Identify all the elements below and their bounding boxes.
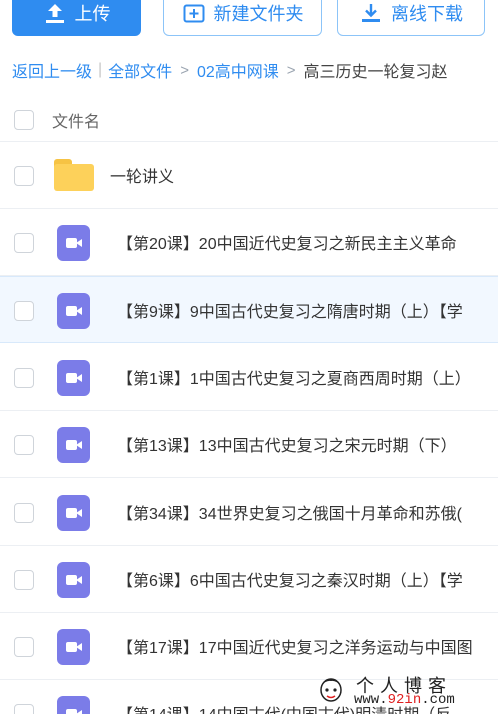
list-item[interactable]: 【第9课】9中国古代史复习之隋唐时期（上）【学 (0, 276, 498, 343)
row-checkbox[interactable] (14, 368, 34, 388)
upload-icon (45, 4, 64, 23)
file-name[interactable]: 【第6课】6中国古代史复习之秦汉时期（上）【学 (117, 567, 463, 591)
file-name[interactable]: 一轮讲义 (110, 163, 174, 187)
select-all-checkbox[interactable] (14, 109, 34, 130)
offline-download-button[interactable]: 离线下载 (337, 0, 485, 36)
file-name[interactable]: 【第34课】34世界史复习之俄国十月革命和苏俄( (117, 500, 462, 524)
list-item[interactable]: 【第6课】6中国古代史复习之秦汉时期（上）【学 (0, 546, 498, 613)
list-item[interactable]: 【第34课】34世界史复习之俄国十月革命和苏俄( (0, 479, 498, 546)
row-checkbox[interactable] (14, 166, 34, 186)
folder-plus-icon (183, 4, 204, 23)
offline-download-label: 离线下载 (391, 4, 463, 24)
video-icon (57, 427, 90, 463)
filename-column-header[interactable]: 文件名 (52, 108, 100, 132)
new-folder-label: 新建文件夹 (213, 4, 304, 24)
breadcrumb-arrow: > (286, 61, 296, 79)
row-checkbox[interactable] (14, 570, 34, 590)
file-name[interactable]: 【第1课】1中国古代史复习之夏商西周时期（上） (117, 365, 471, 389)
video-icon (57, 293, 90, 329)
video-icon (57, 360, 90, 396)
file-name[interactable]: 【第17课】17中国近代史复习之洋务运动与中国图 (117, 634, 473, 658)
file-name[interactable]: 【第9课】9中国古代史复习之隋唐时期（上）【学 (117, 298, 463, 322)
video-icon (57, 225, 90, 261)
row-checkbox[interactable] (14, 301, 34, 321)
video-icon (57, 495, 90, 531)
cartoon-face-logo (320, 678, 342, 702)
upload-button[interactable]: 上传 (12, 0, 141, 36)
folder-icon (54, 159, 94, 191)
row-checkbox[interactable] (14, 233, 34, 253)
breadcrumb-current: 高三历史一轮复习赵 (303, 64, 448, 81)
row-checkbox[interactable] (14, 503, 34, 523)
row-checkbox[interactable] (14, 435, 34, 455)
video-icon (57, 629, 90, 665)
row-checkbox[interactable] (14, 637, 34, 657)
list-item[interactable]: 【第13课】13中国古代史复习之宋元时期（下） (0, 411, 498, 478)
breadcrumb-arrow: > (180, 61, 189, 79)
list-item[interactable]: 一轮讲义 (0, 142, 498, 209)
watermark-url: www.92in.com (354, 692, 455, 708)
video-icon (57, 562, 90, 598)
upload-label: 上传 (74, 4, 111, 24)
breadcrumb-separator: | (98, 61, 103, 78)
list-item[interactable]: 【第17课】17中国近代史复习之洋务运动与中国图 (0, 613, 498, 680)
breadcrumb-all-files-link[interactable]: 全部文件 (108, 58, 172, 82)
breadcrumb: 返回上一级 | 全部文件 > 02高中网课 > 高三历史一轮复习赵 (12, 58, 498, 82)
breadcrumb-back-link[interactable]: 返回上一级 (12, 58, 92, 82)
watermark: 个人博客 www.92in.com (298, 672, 490, 712)
download-icon (362, 4, 380, 22)
row-checkbox[interactable] (14, 704, 34, 714)
breadcrumb-level1-link[interactable]: 02高中网课 (197, 58, 279, 82)
file-name[interactable]: 【第20课】20中国近代史复习之新民主主义革命 (117, 230, 457, 254)
file-name[interactable]: 【第13课】13中国古代史复习之宋元时期（下） (117, 432, 457, 456)
new-folder-button[interactable]: 新建文件夹 (163, 0, 322, 36)
toolbar: 上传 新建文件夹 离线下载 (0, 0, 498, 40)
list-item[interactable]: 【第20课】20中国近代史复习之新民主主义革命 (0, 209, 498, 276)
file-list-header: 文件名 (0, 98, 498, 142)
list-item[interactable]: 【第1课】1中国古代史复习之夏商西周时期（上） (0, 344, 498, 411)
video-icon (57, 696, 90, 714)
